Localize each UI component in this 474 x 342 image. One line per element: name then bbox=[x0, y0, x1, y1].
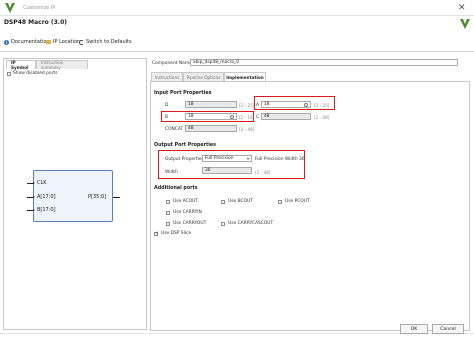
vivado-logo-icon bbox=[460, 19, 470, 29]
concat-port-range: [2 - 48] bbox=[239, 127, 255, 132]
tab-instruction-summary[interactable]: Instruction summary bbox=[36, 60, 88, 70]
concat-port-label: CONCAT bbox=[165, 127, 184, 132]
info-icon bbox=[304, 102, 308, 107]
use-pcout-label: Use PCOUT bbox=[285, 199, 310, 204]
output-properties-label: Output Properties bbox=[165, 157, 204, 162]
b-pin-arrow bbox=[33, 209, 35, 211]
full-precision-width-text: Full Precision Width 36 bbox=[255, 157, 305, 162]
cancel-button[interactable]: Cancel bbox=[432, 324, 464, 334]
ok-button[interactable]: OK bbox=[400, 324, 428, 334]
additional-ports-title: Additional ports bbox=[154, 186, 198, 191]
close-icon[interactable]: ✕ bbox=[458, 3, 466, 13]
tab-ip-symbol[interactable]: IP Symbol bbox=[6, 60, 36, 70]
checkmark-icon: ✓ bbox=[155, 230, 160, 236]
use-carrycascout-label: Use CARRYCASCOUT bbox=[228, 221, 274, 226]
folder-icon bbox=[46, 40, 51, 44]
output-properties-select[interactable]: Full Precision ▾ bbox=[202, 155, 252, 162]
documentation-label: Documentation bbox=[11, 39, 50, 45]
window-titlebar bbox=[0, 0, 474, 16]
a-port-range: [2 - 25] bbox=[314, 103, 330, 108]
checkbox-checked[interactable]: ✓ bbox=[154, 230, 160, 236]
ip-header bbox=[0, 16, 474, 52]
a-port-input[interactable]: 18 bbox=[261, 101, 311, 108]
b-port-range: [2 - 18] bbox=[239, 115, 255, 120]
use-carryout-label: Use CARRYOUT bbox=[173, 221, 207, 226]
show-disabled-ports-checkbox[interactable]: Show disabled ports bbox=[7, 71, 57, 76]
b-pin-label: B[17:0] bbox=[37, 207, 56, 213]
tab-pipeline-options[interactable]: Pipeline Options bbox=[183, 72, 224, 81]
info-icon bbox=[230, 114, 234, 119]
use-dsp-slice-label: Use DSP Slice bbox=[161, 231, 192, 236]
a-port-label: A bbox=[256, 103, 260, 108]
use-acout-label: Use ACOUT bbox=[173, 199, 198, 204]
p-pin-label: P[35:0] bbox=[88, 194, 107, 200]
use-bcout-label: Use BCOUT bbox=[228, 199, 253, 204]
use-carryin-label: Use CARRYIN bbox=[173, 210, 202, 215]
use-dsp-slice-checkbox[interactable]: ✓ Use DSP Slice bbox=[154, 231, 191, 236]
use-carryout-checkbox[interactable]: Use CARRYOUT bbox=[166, 221, 206, 226]
checkbox-box[interactable] bbox=[166, 199, 170, 204]
output-port-properties-title: Output Port Properties bbox=[154, 143, 217, 148]
p-pin bbox=[113, 197, 120, 199]
width-label: Width bbox=[165, 170, 178, 175]
checkbox-box[interactable] bbox=[221, 199, 225, 204]
checkbox-box[interactable] bbox=[278, 199, 282, 204]
use-pcout-checkbox[interactable]: Use PCOUT bbox=[278, 199, 310, 204]
use-carryin-checkbox[interactable]: Use CARRYIN bbox=[166, 210, 202, 215]
c-port-label: C bbox=[256, 115, 260, 120]
width-input[interactable]: 36 bbox=[202, 167, 252, 174]
b-port-input[interactable]: 18 bbox=[185, 113, 237, 120]
output-properties-value: Full Precision bbox=[205, 156, 234, 161]
tab-instructions[interactable]: Instructions bbox=[151, 72, 183, 81]
width-range: [2 - 48] bbox=[255, 170, 271, 175]
d-port-label: D bbox=[165, 103, 169, 108]
concat-port-input[interactable]: 48 bbox=[185, 125, 237, 132]
checkbox-box[interactable] bbox=[7, 71, 11, 76]
documentation-button[interactable]: i Documentation bbox=[4, 39, 50, 45]
info-icon: i bbox=[4, 39, 9, 45]
d-port-range: [2 - 25] bbox=[239, 103, 255, 108]
window-title: Customize IP bbox=[23, 5, 56, 11]
checkbox-box[interactable] bbox=[166, 221, 170, 226]
checkbox-box[interactable] bbox=[221, 221, 225, 226]
b-port-label: B bbox=[165, 115, 169, 120]
a-port-value: 18 bbox=[264, 102, 270, 107]
tab-implementation[interactable]: Implementation bbox=[224, 72, 266, 81]
d-port-input[interactable]: 18 bbox=[185, 101, 237, 108]
chevron-down-icon: ▾ bbox=[246, 156, 249, 161]
use-carrycascout-checkbox[interactable]: Use CARRYCASCOUT bbox=[221, 221, 273, 226]
switch-defaults-button[interactable]: Switch to Defaults bbox=[79, 39, 132, 45]
a-pin-arrow bbox=[33, 196, 35, 198]
checkbox-box[interactable] bbox=[166, 210, 170, 215]
c-port-range: [2 - 48] bbox=[314, 115, 330, 120]
refresh-icon bbox=[79, 39, 84, 45]
vivado-logo-icon bbox=[5, 3, 15, 13]
c-port-input[interactable]: 48 bbox=[261, 113, 311, 120]
input-port-properties-title: Input Port Properties bbox=[154, 91, 212, 96]
ip-title: DSP48 Macro (3.0) bbox=[4, 19, 67, 26]
show-disabled-ports-label: Show disabled ports bbox=[13, 71, 58, 76]
use-acout-checkbox[interactable]: Use ACOUT bbox=[166, 199, 198, 204]
component-name-label: Component Name bbox=[152, 61, 192, 66]
switch-defaults-label: Switch to Defaults bbox=[86, 39, 132, 45]
ip-location-button[interactable]: IP Location bbox=[46, 39, 80, 45]
component-name-input[interactable]: xbip_dsp48_macro_0 bbox=[190, 59, 458, 66]
clk-pin-label: CLK bbox=[37, 180, 47, 186]
ip-location-label: IP Location bbox=[53, 39, 81, 45]
use-bcout-checkbox[interactable]: Use BCOUT bbox=[221, 199, 253, 204]
a-pin-label: A[17:0] bbox=[37, 194, 56, 200]
clk-pin-arrow bbox=[33, 182, 35, 184]
b-port-value: 18 bbox=[188, 114, 194, 119]
